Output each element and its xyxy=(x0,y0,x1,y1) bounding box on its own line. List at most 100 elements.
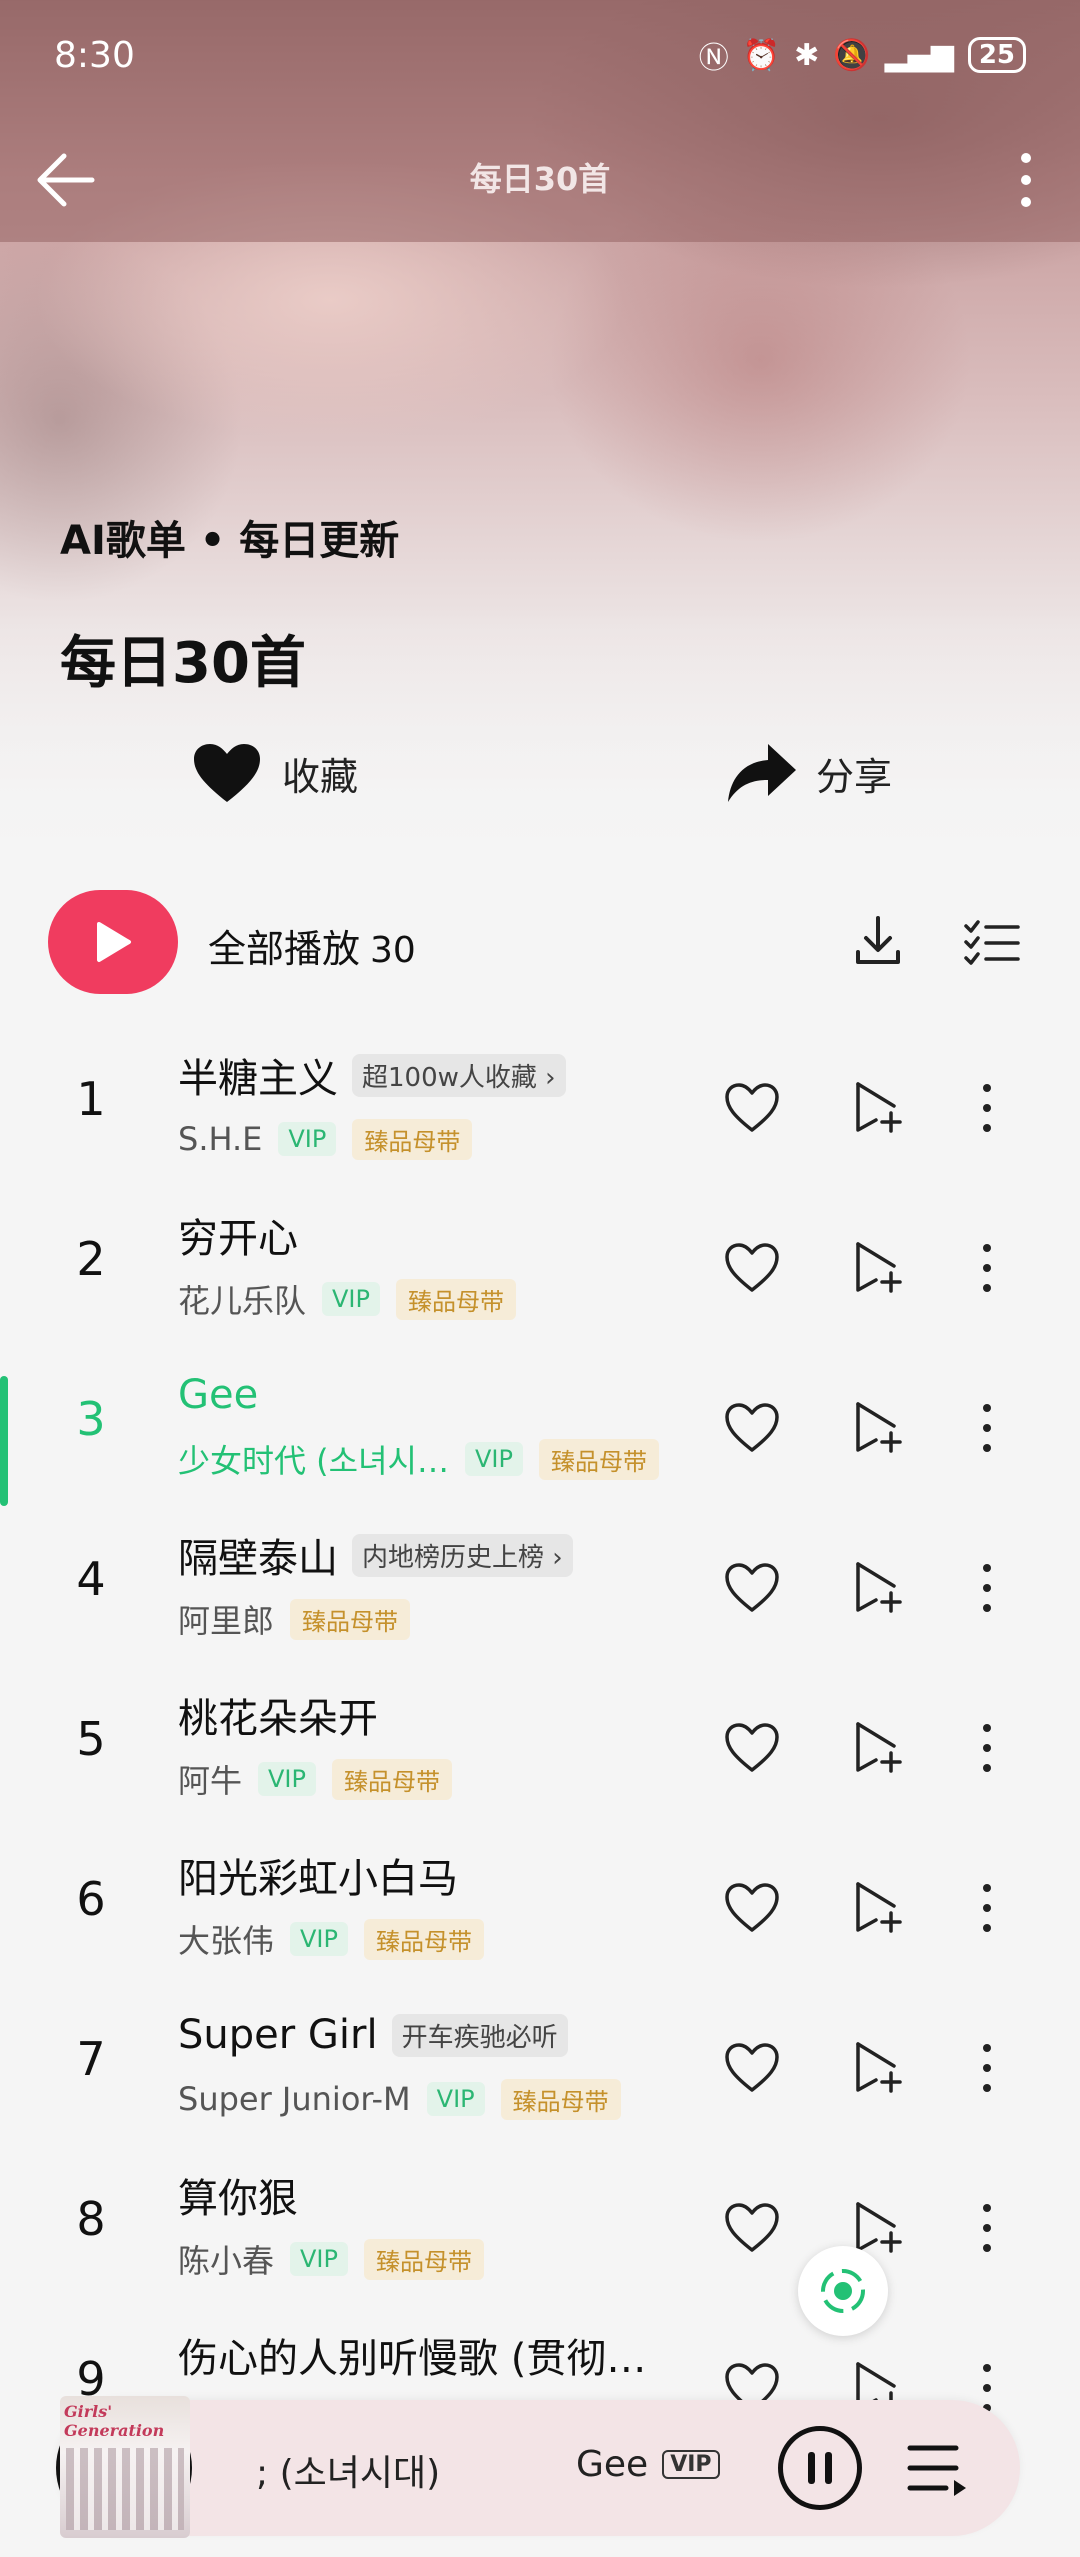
locate-icon xyxy=(821,2269,865,2313)
download-icon xyxy=(856,916,900,964)
add-to-queue-icon xyxy=(856,1722,902,1773)
add-to-playlist-button[interactable] xyxy=(846,1718,906,1778)
song-more-button[interactable] xyxy=(972,1878,1002,1938)
song-index: 1 xyxy=(76,1072,106,1126)
song-index: 2 xyxy=(76,1232,106,1286)
more-vertical-icon xyxy=(983,1724,991,1772)
add-to-queue-icon xyxy=(856,1402,902,1453)
song-more-button[interactable] xyxy=(972,2038,1002,2098)
add-to-playlist-button[interactable] xyxy=(846,2038,906,2098)
vip-badge: VIP xyxy=(322,1282,380,1316)
song-title: 伤心的人别听慢歌 (贯彻… xyxy=(178,2336,647,2382)
quality-badge: 臻品母带 xyxy=(363,2238,484,2280)
play-all-count: 30 xyxy=(370,930,416,971)
share-button[interactable]: 分享 xyxy=(726,740,892,806)
song-title: Super Girl xyxy=(178,2012,378,2058)
song-title: 穷开心 xyxy=(178,1216,298,1262)
battery-indicator: 25 xyxy=(967,37,1026,73)
locate-playing-button[interactable] xyxy=(798,2246,888,2336)
song-more-button[interactable] xyxy=(972,1718,1002,1778)
quality-badge: 臻品母带 xyxy=(395,1278,516,1320)
song-tag[interactable]: 开车疾驰必听 xyxy=(391,2013,568,2057)
song-index: 5 xyxy=(76,1712,106,1766)
quality-badge: 臻品母带 xyxy=(331,1758,452,1800)
song-row[interactable]: 4 隔壁泰山 内地榜历史上榜 › 阿里郎 臻品母带 xyxy=(0,1506,1080,1666)
more-options-button[interactable] xyxy=(1006,150,1046,210)
song-tag[interactable]: 内地榜历史上榜 › xyxy=(352,1533,573,1577)
song-row[interactable]: 2 穷开心 花儿乐队 VIP 臻品母带 xyxy=(0,1186,1080,1346)
song-title-line: Gee xyxy=(178,1360,258,1430)
like-song-button[interactable] xyxy=(722,2038,782,2098)
add-to-playlist-button[interactable] xyxy=(846,1078,906,1138)
signal-icon: ▂▄▆ xyxy=(884,37,954,73)
song-more-button[interactable] xyxy=(972,1078,1002,1138)
song-title: 隔壁泰山 xyxy=(178,1536,338,1582)
song-meta: 大张伟 VIP 臻品母带 xyxy=(178,1916,484,1962)
song-title: 算你狠 xyxy=(178,2176,298,2222)
play-all-button[interactable] xyxy=(48,890,178,994)
song-artist: 大张伟 xyxy=(178,1922,275,1960)
add-to-playlist-button[interactable] xyxy=(846,1238,906,1298)
multi-select-button[interactable] xyxy=(962,912,1022,972)
song-meta: 阿牛 VIP 臻品母带 xyxy=(178,1756,452,1802)
play-icon xyxy=(97,922,131,962)
more-vertical-icon xyxy=(983,2204,991,2252)
status-bar: 8:30 Ⓝ ⏰ ✱ 🔕 ▂▄▆ 25 xyxy=(54,30,1026,80)
like-song-button[interactable] xyxy=(722,1398,782,1458)
mini-player[interactable]: Girls' Generation ; (소녀시대) Gee VIP xyxy=(56,2396,1020,2538)
like-song-button[interactable] xyxy=(722,1878,782,1938)
song-row[interactable]: 5 桃花朵朵开阿牛 VIP 臻品母带 xyxy=(0,1666,1080,1826)
song-title-line: 阳光彩虹小白马 xyxy=(178,1840,458,1910)
heart-outline-icon xyxy=(725,1403,779,1452)
pause-icon xyxy=(808,2452,832,2484)
more-vertical-icon xyxy=(983,2044,991,2092)
nav-title: 每日30首 xyxy=(469,160,611,198)
download-button[interactable] xyxy=(848,912,908,972)
add-to-queue-icon xyxy=(856,1242,902,1293)
add-to-playlist-button[interactable] xyxy=(846,1878,906,1938)
song-row[interactable]: 8 算你狠 陈小春 VIP 臻品母带 xyxy=(0,2146,1080,2306)
share-icon xyxy=(728,744,796,802)
heart-outline-icon xyxy=(725,1883,779,1932)
song-more-button[interactable] xyxy=(972,1238,1002,1298)
song-artist: Super Junior-M xyxy=(178,2080,411,2118)
more-vertical-icon xyxy=(983,1244,991,1292)
status-time: 8:30 xyxy=(54,34,135,76)
playlist-queue-button[interactable] xyxy=(906,2438,970,2498)
song-row[interactable]: 1 半糖主义 超100w人收藏 › S.H.E VIP 臻品母带 xyxy=(0,1026,1080,1186)
like-song-button[interactable] xyxy=(722,1718,782,1778)
song-index: 6 xyxy=(76,1872,106,1926)
song-title: 阳光彩虹小白马 xyxy=(178,1856,458,1902)
song-row[interactable]: 7 Super Girl 开车疾驰必听 Super Junior-M VIP 臻品母带 xyxy=(0,1986,1080,2146)
song-title-line: 桃花朵朵开 xyxy=(178,1680,378,1750)
more-vertical-icon xyxy=(983,1884,991,1932)
playlist-title: 每日30首 xyxy=(60,631,306,696)
album-cover[interactable]: Girls' Generation xyxy=(60,2396,190,2538)
song-title: 半糖主义 xyxy=(178,1056,338,1102)
song-more-button[interactable] xyxy=(972,1398,1002,1458)
song-tag[interactable]: 超100w人收藏 › xyxy=(352,1053,566,1097)
song-artist: 阿里郎 xyxy=(178,1602,275,1640)
bluetooth-icon: ✱ xyxy=(794,37,820,73)
top-bar: 8:30 Ⓝ ⏰ ✱ 🔕 ▂▄▆ 25 每日30首 xyxy=(0,0,1080,242)
mini-player-vip-badge: VIP xyxy=(662,2450,720,2479)
play-all-text[interactable]: 全部播放 30 xyxy=(208,918,416,973)
song-meta: 少女时代 (소녀시… VIP 臻品母带 xyxy=(178,1436,659,1482)
vip-badge: VIP xyxy=(426,2082,485,2116)
add-to-playlist-button[interactable] xyxy=(846,1558,906,1618)
song-meta: 陈小春 VIP 臻品母带 xyxy=(178,2236,484,2282)
like-song-button[interactable] xyxy=(722,1238,782,1298)
song-more-button[interactable] xyxy=(972,1558,1002,1618)
pause-button[interactable] xyxy=(778,2426,862,2510)
add-to-queue-icon xyxy=(856,2042,902,2093)
song-row[interactable]: 3 Gee 少女时代 (소녀시… VIP 臻品母带 xyxy=(0,1346,1080,1506)
add-to-playlist-button[interactable] xyxy=(846,1398,906,1458)
vip-badge: VIP xyxy=(290,1922,348,1956)
mini-player-artist: ; (소녀시대) xyxy=(256,2453,441,2494)
favorite-button[interactable]: 收藏 xyxy=(192,740,358,806)
song-row[interactable]: 6 阳光彩虹小白马 大张伟 VIP 臻品母带 xyxy=(0,1826,1080,1986)
like-song-button[interactable] xyxy=(722,1558,782,1618)
song-more-button[interactable] xyxy=(972,2198,1002,2258)
like-song-button[interactable] xyxy=(722,2198,782,2258)
like-song-button[interactable] xyxy=(722,1078,782,1138)
